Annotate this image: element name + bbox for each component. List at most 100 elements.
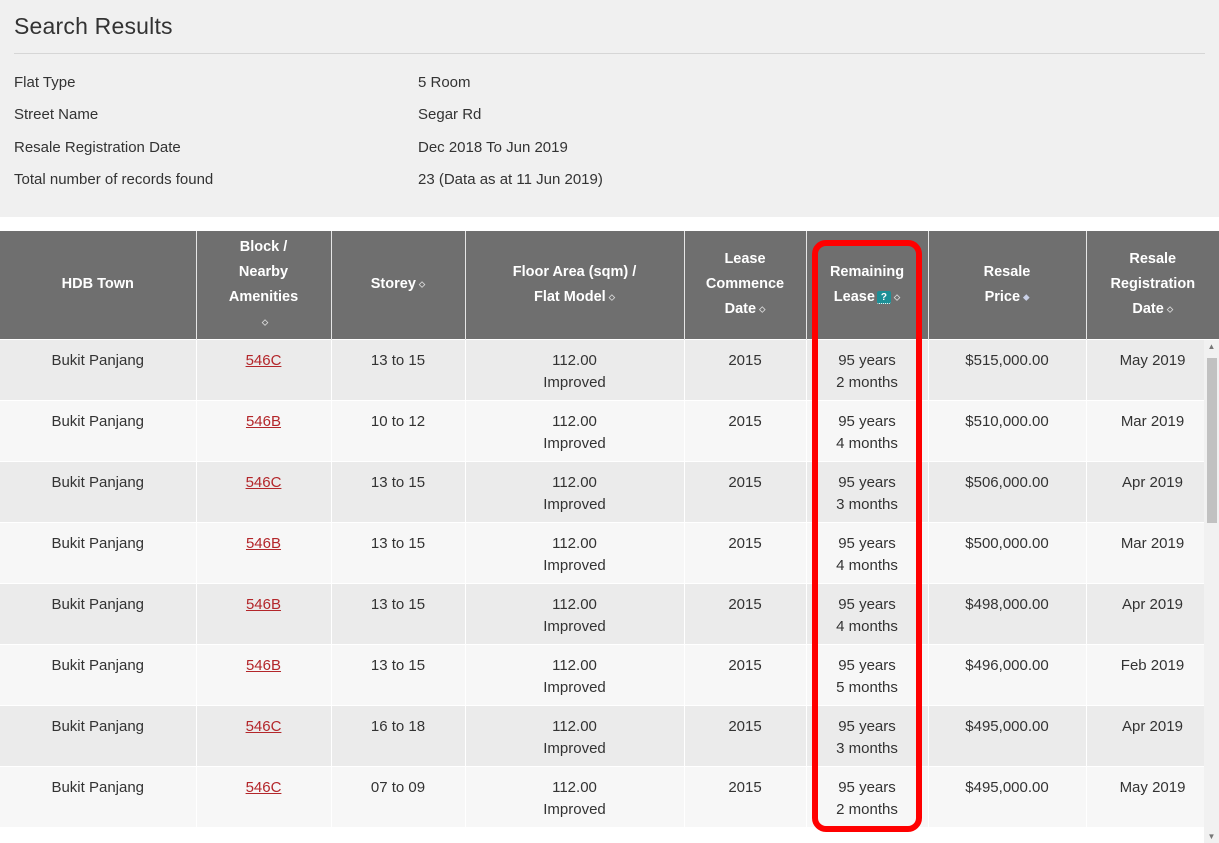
header-label: Resale — [983, 263, 1031, 280]
remaining-years: 95 years — [838, 656, 896, 674]
cell-floor-area: 112.00 Improved — [465, 460, 685, 522]
cell-resale-price: $510,000.00 — [928, 399, 1087, 461]
flat-model-value: Improved — [543, 373, 606, 391]
flat-model-value: Improved — [543, 434, 606, 452]
cell-lease-commence: 2015 — [684, 704, 807, 766]
header-label: Nearby — [238, 263, 289, 280]
remaining-months: 4 months — [836, 617, 898, 635]
remaining-months: 3 months — [836, 495, 898, 513]
cell-block: 546B — [196, 582, 332, 644]
table-row: Bukit Panjang 546C 07 to 09 112.00 Improved 2… — [0, 765, 1219, 827]
cell-registration-date: Mar 2019 — [1086, 399, 1219, 461]
cell-registration-date: Feb 2019 — [1086, 643, 1219, 705]
cell-town: Bukit Panjang — [0, 704, 197, 766]
cell-registration-date: Apr 2019 — [1086, 582, 1219, 644]
cell-remaining-lease: 95 years 2 months — [806, 765, 929, 827]
header-label: Block / — [239, 238, 288, 255]
block-link[interactable]: 546C — [246, 352, 282, 369]
header-storey[interactable]: Storey ⬦ — [331, 231, 466, 339]
table-row: Bukit Panjang 546C 13 to 15 112.00 Improved 2… — [0, 338, 1219, 400]
table-row: Bukit Panjang 546B 13 to 15 112.00 Improved 2… — [0, 582, 1219, 644]
floor-area-value: 112.00 — [552, 412, 597, 430]
summary-row-total-records: Total number of records found 23 (Data a… — [14, 164, 1205, 197]
page-title: Search Results — [14, 12, 1205, 54]
help-icon[interactable]: ? — [876, 290, 891, 304]
header-block[interactable]: Block / Nearby Amenities ⬦ — [196, 231, 332, 339]
header-lease-commence[interactable]: Lease Commence Date ⬦ — [684, 231, 807, 339]
scrollbar-thumb[interactable] — [1207, 358, 1217, 523]
block-link[interactable]: 546C — [246, 779, 282, 796]
cell-lease-commence: 2015 — [684, 521, 807, 583]
header-label: Lease — [833, 288, 875, 305]
cell-block: 546B — [196, 399, 332, 461]
summary-label: Total number of records found — [14, 171, 214, 189]
table-scrollbar[interactable]: ▲ ▼ — [1204, 340, 1219, 843]
header-registration-date[interactable]: Resale Registration Date ⬦ — [1086, 231, 1219, 339]
header-label: Storey — [370, 276, 416, 293]
summary-row-street-name: Street Name Segar Rd — [14, 99, 1205, 132]
sort-icon[interactable]: ⬦ — [419, 272, 425, 297]
floor-area-value: 112.00 — [552, 778, 597, 796]
scroll-up-icon[interactable]: ▲ — [1204, 342, 1219, 351]
flat-model-value: Improved — [543, 800, 606, 818]
cell-town: Bukit Panjang — [0, 460, 197, 522]
summary-label: Resale Registration Date — [14, 138, 181, 156]
floor-area-value: 112.00 — [552, 656, 597, 674]
header-remaining-lease[interactable]: Remaining Lease? ⬦ — [806, 231, 929, 339]
block-link[interactable]: 546C — [246, 718, 282, 735]
remaining-years: 95 years — [838, 351, 896, 369]
cell-remaining-lease: 95 years 4 months — [806, 582, 929, 644]
remaining-months: 5 months — [836, 678, 898, 696]
flat-model-value: Improved — [543, 556, 606, 574]
remaining-years: 95 years — [838, 412, 896, 430]
table-row: Bukit Panjang 546B 10 to 12 112.00 Improved 2… — [0, 399, 1219, 461]
block-link[interactable]: 546B — [246, 413, 281, 430]
cell-resale-price: $506,000.00 — [928, 460, 1087, 522]
sort-icon[interactable]: ⬦ — [894, 285, 900, 310]
cell-resale-price: $500,000.00 — [928, 521, 1087, 583]
flat-model-value: Improved — [543, 739, 606, 757]
header-label: Price — [984, 288, 1021, 305]
cell-storey: 13 to 15 — [331, 643, 466, 705]
header-label: Flat Model — [533, 288, 606, 305]
sort-icon[interactable]: ⬦ — [759, 297, 765, 322]
cell-registration-date: Apr 2019 — [1086, 704, 1219, 766]
floor-area-value: 112.00 — [552, 717, 597, 735]
cell-resale-price: $495,000.00 — [928, 704, 1087, 766]
block-link[interactable]: 546B — [246, 657, 281, 674]
remaining-years: 95 years — [838, 534, 896, 552]
header-label: Date — [724, 301, 757, 318]
header-floor-area[interactable]: Floor Area (sqm) / Flat Model ⬦ — [465, 231, 685, 339]
flat-model-value: Improved — [543, 678, 606, 696]
table-row: Bukit Panjang 546C 16 to 18 112.00 Improved 2… — [0, 704, 1219, 766]
table-row: Bukit Panjang 546B 13 to 15 112.00 Improved 2… — [0, 643, 1219, 705]
cell-registration-date: May 2019 — [1086, 765, 1219, 827]
block-link[interactable]: 546B — [246, 535, 281, 552]
table-row: Bukit Panjang 546B 13 to 15 112.00 Improved 2… — [0, 521, 1219, 583]
sort-icon[interactable]: ⬦ — [1167, 297, 1173, 322]
remaining-months: 2 months — [836, 800, 898, 818]
cell-registration-date: Mar 2019 — [1086, 521, 1219, 583]
cell-block: 546C — [196, 338, 332, 400]
cell-remaining-lease: 95 years 4 months — [806, 399, 929, 461]
table-header-row: HDB Town Block / Nearby Amenities ⬦ Stor… — [0, 231, 1219, 339]
summary-value: 23 (Data as at 11 Jun 2019) — [418, 171, 603, 189]
cell-storey: 13 to 15 — [331, 460, 466, 522]
summary-value: 5 Room — [418, 73, 471, 91]
sort-icon[interactable]: ⬦ — [262, 310, 268, 335]
cell-town: Bukit Panjang — [0, 582, 197, 644]
scroll-down-icon[interactable]: ▼ — [1204, 832, 1219, 841]
block-link[interactable]: 546C — [246, 474, 282, 491]
cell-resale-price: $496,000.00 — [928, 643, 1087, 705]
remaining-months: 4 months — [836, 556, 898, 574]
cell-town: Bukit Panjang — [0, 643, 197, 705]
sort-icon[interactable]: ⬦ — [609, 285, 615, 310]
remaining-months: 4 months — [836, 434, 898, 452]
header-label: Registration — [1110, 276, 1196, 293]
header-label: Amenities — [228, 288, 299, 305]
table-row: Bukit Panjang 546C 13 to 15 112.00 Improved 2… — [0, 460, 1219, 522]
cell-resale-price: $498,000.00 — [928, 582, 1087, 644]
sort-descending-icon[interactable]: ⬥ — [1023, 285, 1029, 310]
header-resale-price[interactable]: Resale Price ⬥ — [928, 231, 1087, 339]
block-link[interactable]: 546B — [246, 596, 281, 613]
